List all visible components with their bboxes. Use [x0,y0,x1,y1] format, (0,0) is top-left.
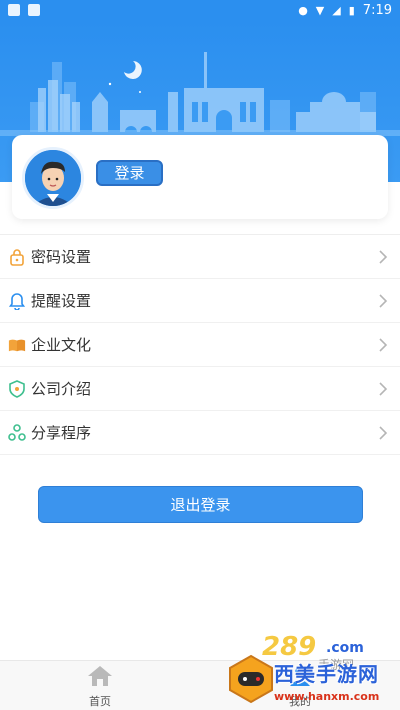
battery-icon: ▮ [348,4,355,17]
menu-item-label: 密码设置 [31,248,92,266]
chevron-right-icon [379,426,388,440]
tab-label: 首页 [89,695,111,708]
notification-icons [8,4,40,16]
watermark-url: www.hanxm.com [274,690,380,703]
menu-item-label: 企业文化 [31,336,92,354]
menu-item-label: 公司介绍 [31,380,92,398]
lock-icon [8,248,26,266]
watermark-name: 西美手游网 [274,662,379,686]
menu-item-label: 分享程序 [31,424,92,442]
logout-button[interactable]: 退出登录 [38,486,363,523]
clock: 7:19 [362,3,392,18]
settings-menu: 密码设置 提醒设置 企业文化 公司介绍 分享程序 [0,234,400,455]
chevron-right-icon [379,294,388,308]
avatar[interactable] [22,147,84,209]
menu-item-culture[interactable]: 企业文化 [0,323,400,367]
tab-home[interactable]: 首页 [60,665,140,709]
app-notification-icon [8,4,20,16]
menu-item-label: 提醒设置 [31,292,92,310]
chevron-right-icon [379,250,388,264]
shield-icon [8,380,26,398]
menu-item-password[interactable]: 密码设置 [0,235,400,279]
menu-item-share[interactable]: 分享程序 [0,411,400,455]
wifi-icon: ▼ [315,4,325,17]
menu-item-reminder[interactable]: 提醒设置 [0,279,400,323]
profile-card: 登录 [12,135,388,219]
bell-icon [8,292,26,310]
location-icon: ● [298,4,308,17]
menu-item-company[interactable]: 公司介绍 [0,367,400,411]
book-icon [8,336,26,354]
signal-icon: ◢ [332,4,341,17]
share-icon [8,424,26,442]
watermark-domain: .com [326,640,364,656]
chevron-right-icon [379,338,388,352]
site-watermark: 289 .com 手游网 西美手游网 www.hanxm.com [222,630,400,710]
status-bar: ● ▼ ◢ ▮ 7:19 [0,0,400,22]
home-icon [88,666,112,686]
a-notification-icon [28,4,40,16]
user-avatar-icon [25,150,81,206]
login-button[interactable]: 登录 [96,160,163,186]
chevron-right-icon [379,382,388,396]
